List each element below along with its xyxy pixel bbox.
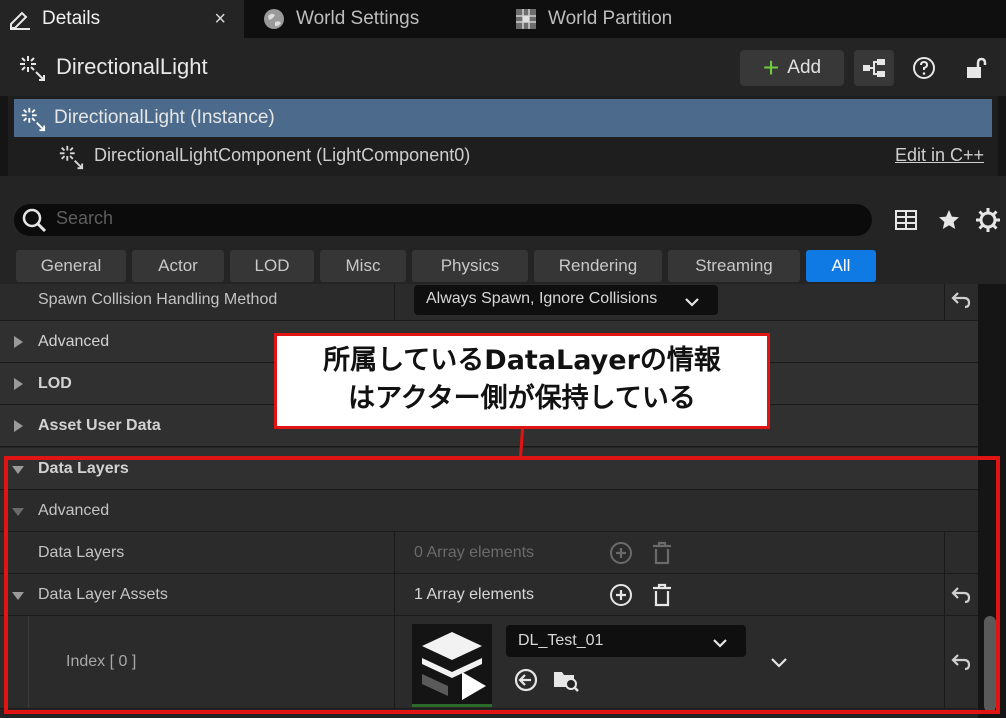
hierarchy-icon — [863, 59, 885, 77]
component-instance-label: DirectionalLight (Instance) — [54, 107, 275, 128]
directional-light-icon — [58, 144, 84, 175]
blueprint-hierarchy-button[interactable] — [854, 50, 894, 86]
annotation-callout: 所属しているDataLayerの情報 はアクター側が保持している — [274, 333, 770, 429]
add-label: Add — [787, 57, 822, 78]
expand-arrow-icon — [14, 378, 23, 390]
tab-world-settings[interactable]: World Settings — [262, 0, 492, 38]
component-child-label: DirectionalLightComponent (LightComponen… — [94, 145, 471, 165]
globe-icon — [262, 7, 286, 31]
chevron-down-icon — [684, 294, 700, 312]
spawn-collision-dropdown[interactable]: Always Spawn, Ignore Collisions — [414, 285, 718, 315]
star-icon[interactable] — [937, 208, 961, 237]
property-label: Spawn Collision Handling Method — [38, 291, 278, 308]
annotation-line-2: はアクター側が保持している — [348, 383, 696, 414]
category-label: Advanced — [38, 333, 110, 350]
add-component-button[interactable]: + Add — [740, 50, 844, 86]
property-matrix-icon[interactable] — [894, 208, 918, 237]
filter-general[interactable]: General — [16, 250, 126, 282]
search-icon — [22, 208, 48, 239]
plus-icon: + — [762, 52, 780, 83]
tab-world-partition[interactable]: World Partition — [514, 0, 744, 38]
edit-in-cpp-link[interactable]: Edit in C++ — [895, 145, 984, 166]
filter-lod[interactable]: LOD — [230, 250, 314, 282]
lock-button[interactable] — [956, 50, 996, 86]
filter-actor[interactable]: Actor — [132, 250, 224, 282]
grid-map-icon — [514, 7, 538, 31]
category-label: LOD — [38, 375, 72, 392]
gear-icon[interactable] — [975, 207, 1001, 238]
column-divider — [394, 284, 395, 320]
expand-arrow-icon — [14, 336, 23, 348]
pencil-icon — [8, 8, 32, 30]
reset-to-default-icon[interactable] — [950, 290, 972, 316]
filter-physics[interactable]: Physics — [412, 250, 528, 282]
column-divider — [944, 284, 945, 320]
filter-misc[interactable]: Misc — [320, 250, 406, 282]
directional-light-icon — [18, 54, 46, 87]
tab-label: Details — [42, 8, 101, 29]
expand-arrow-icon — [14, 420, 23, 432]
dropdown-value: Always Spawn, Ignore Collisions — [426, 290, 658, 307]
tab-label: World Settings — [296, 8, 420, 29]
highlight-box — [4, 456, 1000, 714]
close-icon[interactable]: × — [214, 8, 226, 31]
tab-label: World Partition — [548, 8, 673, 29]
search-input[interactable] — [14, 204, 872, 236]
category-label: Asset User Data — [38, 417, 161, 434]
filter-streaming[interactable]: Streaming — [668, 250, 800, 282]
unlock-icon — [967, 57, 987, 78]
filter-rendering[interactable]: Rendering — [534, 250, 662, 282]
help-icon — [913, 57, 935, 79]
filter-all[interactable]: All — [806, 250, 876, 282]
directional-light-icon — [20, 106, 46, 137]
search-placeholder: Search — [56, 208, 114, 228]
annotation-line-1: 所属しているDataLayerの情報 — [323, 345, 721, 376]
actor-name: DirectionalLight — [56, 54, 208, 79]
tab-details[interactable]: Details × — [0, 0, 244, 38]
help-button[interactable] — [904, 50, 944, 86]
